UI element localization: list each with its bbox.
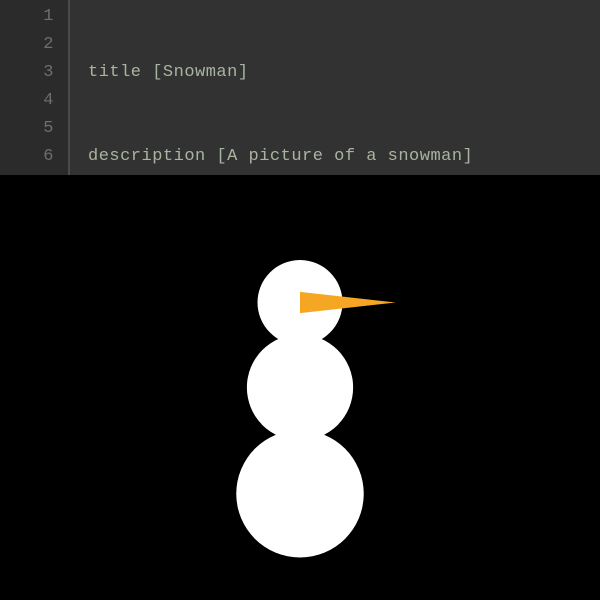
code-editor[interactable]: 1 2 3 4 5 6 title [Snowman] description … (0, 0, 600, 175)
line-number: 3 (0, 59, 54, 87)
line-number: 2 (0, 31, 54, 59)
line-number: 4 (0, 87, 54, 115)
line-number-gutter: 1 2 3 4 5 6 (0, 0, 70, 175)
code-area[interactable]: title [Snowman] description [A picture o… (70, 0, 600, 175)
drawing-svg (0, 175, 600, 600)
circle-shape (236, 430, 364, 558)
code-line[interactable]: description [A picture of a snowman] (88, 143, 600, 171)
line-number: 1 (0, 3, 54, 31)
circle-shape (247, 334, 353, 440)
output-canvas (0, 175, 600, 600)
line-number: 6 (0, 143, 54, 171)
code-line[interactable]: title [Snowman] (88, 59, 600, 87)
line-number: 5 (0, 115, 54, 143)
